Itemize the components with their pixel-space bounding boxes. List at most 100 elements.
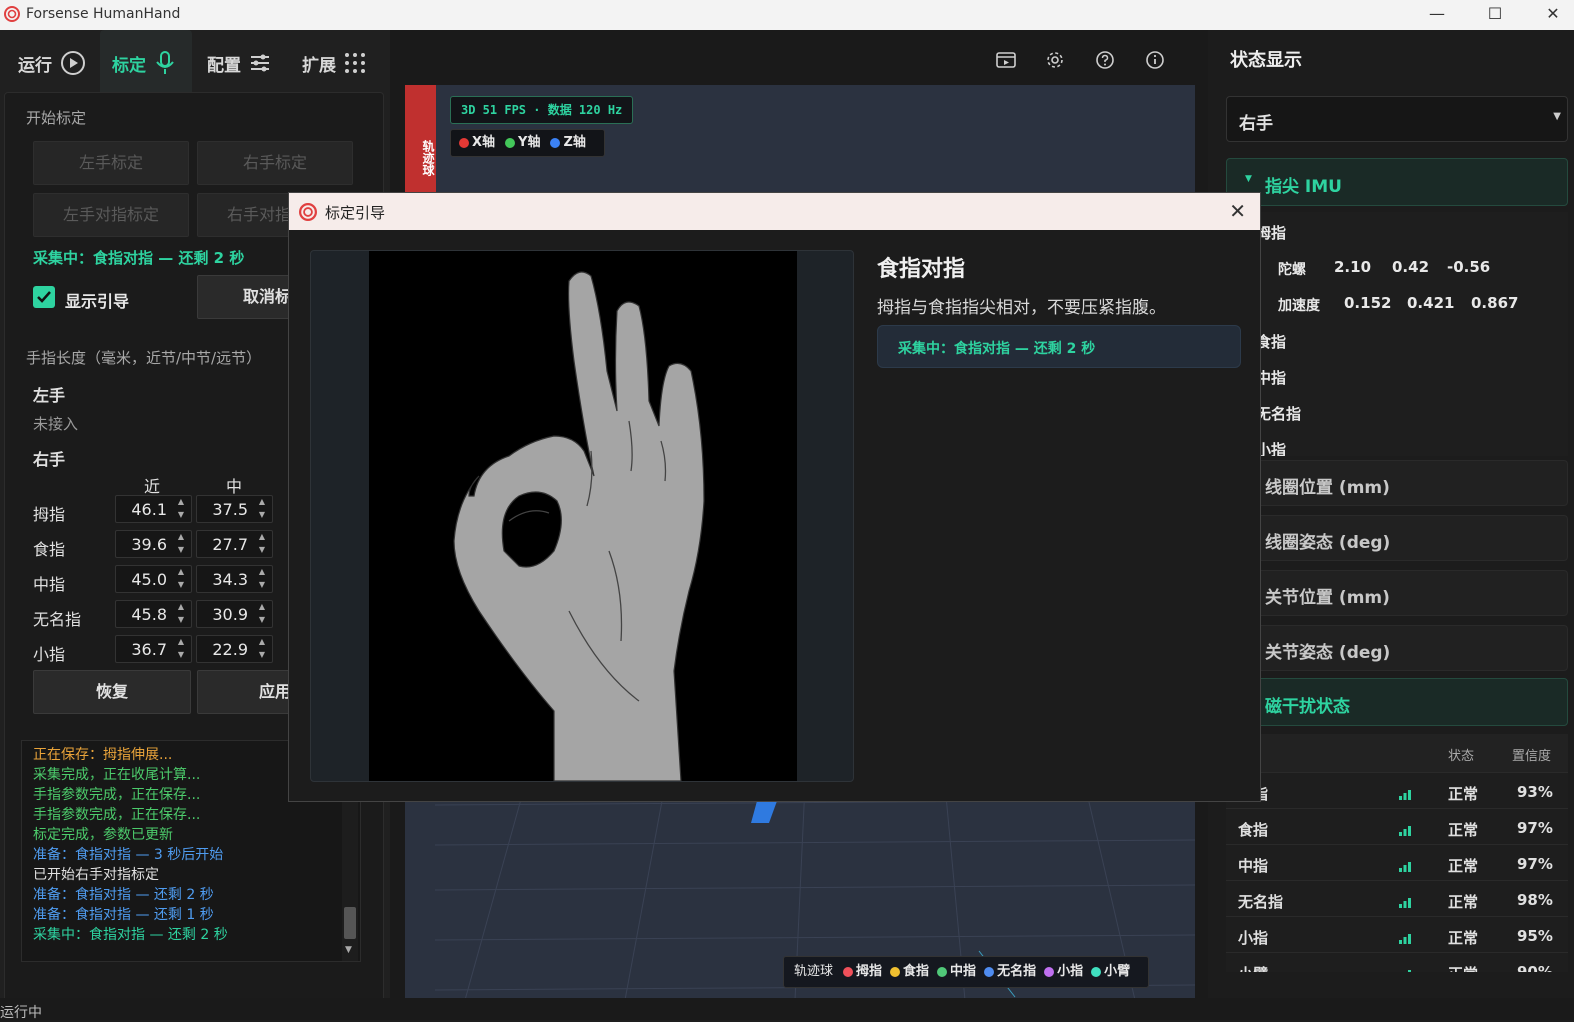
spin-down-icon[interactable]: ▼ bbox=[174, 580, 188, 591]
spin-down-icon[interactable]: ▼ bbox=[174, 650, 188, 661]
length-spinbox[interactable]: 45.8 ▲ ▼ bbox=[115, 600, 192, 628]
screen-icon[interactable] bbox=[995, 50, 1017, 70]
spin-up-icon[interactable]: ▲ bbox=[255, 532, 269, 543]
col-conf-header: 置信度 bbox=[1512, 749, 1552, 764]
spin-up-icon[interactable]: ▲ bbox=[174, 532, 188, 543]
help-icon[interactable] bbox=[1095, 50, 1115, 70]
log-line: 手指参数完成，正在保存... bbox=[33, 807, 201, 823]
left-pinch-calib-button[interactable]: 左手对指标定 bbox=[33, 193, 189, 237]
spin-up-icon[interactable]: ▲ bbox=[174, 497, 188, 508]
spin-up-icon[interactable]: ▲ bbox=[174, 567, 188, 578]
tab-run-label: 运行 bbox=[18, 55, 52, 76]
log-scroll-thumb[interactable] bbox=[344, 907, 356, 939]
section-title: 线圈位置 (mm) bbox=[1265, 478, 1390, 498]
collapsible-section[interactable]: 关节姿态 (deg) bbox=[1226, 625, 1568, 671]
spin-down-icon[interactable]: ▼ bbox=[255, 580, 269, 591]
mag-status: 正常 bbox=[1448, 785, 1479, 803]
imu-finger-label[interactable]: 无名指 bbox=[1256, 403, 1301, 424]
mag-row: 小臂 正常 90% bbox=[1226, 952, 1568, 972]
collapsible-section[interactable]: 线圈姿态 (deg) bbox=[1226, 515, 1568, 561]
signal-bars-icon bbox=[1398, 857, 1412, 876]
spin-up-icon[interactable]: ▲ bbox=[255, 602, 269, 613]
mag-confidence: 93% bbox=[1517, 783, 1553, 801]
dialog-status-box: 采集中：食指对指 — 还剩 2 秒 bbox=[877, 325, 1241, 368]
gyro-y: 0.42 bbox=[1392, 258, 1430, 276]
mag-row: 中指 正常 97% bbox=[1226, 844, 1568, 880]
trail-legend-item: 小指 bbox=[1044, 964, 1083, 979]
scroll-down-icon[interactable]: ▼ bbox=[345, 945, 352, 955]
ok-hand-gesture-illustration bbox=[453, 271, 705, 782]
mag-finger-name: 小臂 bbox=[1238, 963, 1268, 972]
trail-dot-icon bbox=[984, 966, 995, 977]
spin-up-icon[interactable]: ▲ bbox=[255, 497, 269, 508]
spin-down-icon[interactable]: ▼ bbox=[255, 510, 269, 521]
signal-bars-icon bbox=[1398, 821, 1412, 840]
window-title: Forsense HumanHand bbox=[26, 6, 181, 22]
log-line: 采集中：食指对指 — 还剩 2 秒 bbox=[33, 927, 228, 943]
axis-legend-item: X轴 bbox=[459, 135, 495, 150]
gear-icon[interactable] bbox=[1045, 50, 1065, 70]
show-guide-checkbox[interactable] bbox=[33, 286, 55, 308]
tab-config-label: 配置 bbox=[207, 55, 241, 76]
length-spinbox[interactable]: 22.9 ▲ ▼ bbox=[196, 635, 273, 663]
tab-bar: 运行 标定 配置 扩展 bbox=[0, 30, 390, 96]
length-spinbox[interactable]: 39.6 ▲ ▼ bbox=[115, 530, 192, 558]
length-spinbox[interactable]: 27.7 ▲ ▼ bbox=[196, 530, 273, 558]
spin-down-icon[interactable]: ▼ bbox=[255, 650, 269, 661]
length-spinbox[interactable]: 30.9 ▲ ▼ bbox=[196, 600, 273, 628]
trackball-side-tab[interactable]: 轨迹球 bbox=[405, 85, 436, 195]
tab-config[interactable]: 配置 bbox=[207, 30, 287, 96]
signal-bars-icon bbox=[1398, 893, 1412, 912]
spin-down-icon[interactable]: ▼ bbox=[174, 545, 188, 556]
guide-image-frame bbox=[310, 250, 854, 782]
axes-legend: X轴 Y轴 Z轴 bbox=[450, 129, 605, 157]
collapsible-section[interactable]: 线圈位置 (mm) bbox=[1226, 460, 1568, 506]
mag-finger-name: 小指 bbox=[1238, 929, 1269, 947]
spin-up-icon[interactable]: ▲ bbox=[174, 637, 188, 648]
spin-down-icon[interactable]: ▼ bbox=[255, 615, 269, 626]
spin-down-icon[interactable]: ▼ bbox=[255, 545, 269, 556]
tab-calibrate[interactable]: 标定 bbox=[100, 30, 192, 96]
gyro-x: 2.10 bbox=[1334, 258, 1372, 276]
collapsible-section[interactable]: 关节位置 (mm) bbox=[1226, 570, 1568, 616]
info-icon[interactable] bbox=[1145, 50, 1165, 70]
signal-bars-icon bbox=[1398, 929, 1412, 948]
app-logo-icon bbox=[4, 6, 20, 22]
mag-row: 食指 正常 97% bbox=[1226, 808, 1568, 844]
mag-section-header[interactable]: 磁干扰状态 bbox=[1226, 678, 1568, 726]
restore-button[interactable]: 恢复 bbox=[33, 670, 191, 714]
close-window-button[interactable]: ✕ bbox=[1524, 0, 1574, 30]
tab-run[interactable]: 运行 bbox=[18, 30, 98, 96]
length-value: 45.0 bbox=[131, 570, 167, 589]
length-spinbox[interactable]: 37.5 ▲ ▼ bbox=[196, 495, 273, 523]
maximize-button[interactable]: ☐ bbox=[1466, 0, 1524, 30]
finger-length-title: 手指长度（毫米，近节/中节/远节） bbox=[26, 349, 262, 367]
length-spinbox[interactable]: 45.0 ▲ ▼ bbox=[115, 565, 192, 593]
guide-image bbox=[369, 251, 797, 782]
dialog-close-icon[interactable]: ✕ bbox=[1229, 199, 1246, 223]
spin-up-icon[interactable]: ▲ bbox=[255, 567, 269, 578]
mag-finger-name: 食指 bbox=[1238, 821, 1269, 839]
minimize-button[interactable]: — bbox=[1408, 0, 1466, 30]
spin-down-icon[interactable]: ▼ bbox=[174, 510, 188, 521]
left-calib-button[interactable]: 左手标定 bbox=[33, 141, 189, 185]
right-calib-button[interactable]: 右手标定 bbox=[197, 141, 353, 185]
sliders-icon bbox=[251, 54, 269, 72]
mag-status: 正常 bbox=[1448, 929, 1479, 947]
imu-section-header[interactable]: ▼ 指尖 IMU bbox=[1226, 158, 1568, 206]
spin-up-icon[interactable]: ▲ bbox=[255, 637, 269, 648]
length-spinbox[interactable]: 34.3 ▲ ▼ bbox=[196, 565, 273, 593]
log-line: 已开始右手对指标定 bbox=[33, 867, 159, 883]
hand-select[interactable]: 右手 ▼ bbox=[1226, 96, 1568, 142]
spin-down-icon[interactable]: ▼ bbox=[174, 615, 188, 626]
length-spinbox[interactable]: 36.7 ▲ ▼ bbox=[115, 635, 192, 663]
spin-up-icon[interactable]: ▲ bbox=[174, 602, 188, 613]
mag-table-header: 状态 置信度 bbox=[1226, 734, 1568, 772]
gyro-z: -0.56 bbox=[1447, 258, 1491, 276]
expand-arrow-icon: ▼ bbox=[1245, 174, 1252, 184]
status-bar: 运行中 bbox=[0, 998, 1574, 1021]
fps-badge: 3D 51 FPS · 数据 120 Hz bbox=[450, 96, 634, 124]
checkmark-icon bbox=[37, 291, 51, 303]
length-spinbox[interactable]: 46.1 ▲ ▼ bbox=[115, 495, 192, 523]
tab-extend[interactable]: 扩展 bbox=[302, 30, 382, 96]
